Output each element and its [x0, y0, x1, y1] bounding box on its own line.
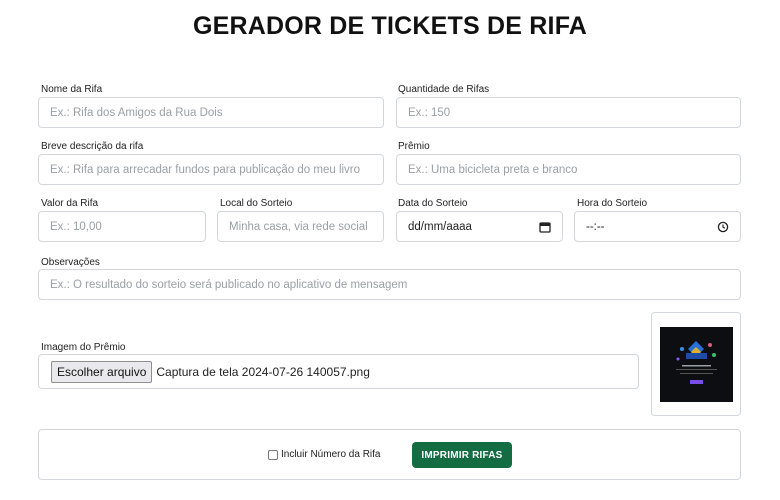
hora-label: Hora do Sorteio — [577, 198, 648, 209]
print-raffles-button[interactable]: IMPRIMIR RIFAS — [412, 442, 512, 468]
observacoes-input[interactable]: Ex.: O resultado do sorteio será publica… — [38, 269, 741, 300]
nome-input[interactable]: Ex.: Rifa dos Amigos da Rua Dois — [38, 97, 384, 128]
include-number-checkbox[interactable] — [268, 449, 278, 460]
local-label: Local do Sorteio — [220, 198, 293, 209]
descricao-input[interactable]: Ex.: Rifa para arrecadar fundos para pub… — [38, 154, 384, 185]
data-input[interactable]: dd/mm/aaaa — [396, 211, 563, 242]
valor-label: Valor da Rifa — [41, 198, 99, 209]
include-number-option[interactable]: Incluir Número da Rifa — [268, 449, 380, 460]
local-input[interactable]: Minha casa, via rede social — [217, 211, 384, 242]
file-name: Captura de tela 2024-07-26 140057.png — [156, 364, 370, 379]
imagem-file-input[interactable]: Escolher arquivo Captura de tela 2024-07… — [38, 354, 639, 389]
calendar-icon[interactable] — [539, 221, 551, 233]
prize-image-thumbnail — [660, 327, 733, 402]
imagem-label: Imagem do Prêmio — [41, 342, 126, 353]
valor-input[interactable]: Ex.: 10,00 — [38, 211, 206, 242]
include-number-label[interactable]: Incluir Número da Rifa — [281, 449, 380, 460]
clock-icon[interactable] — [717, 221, 729, 233]
actions-panel: Incluir Número da Rifa IMPRIMIR RIFAS — [38, 429, 741, 480]
data-label: Data do Sorteio — [398, 198, 468, 209]
nome-label: Nome da Rifa — [41, 84, 103, 95]
descricao-label: Breve descrição da rifa — [41, 141, 144, 152]
quantidade-input[interactable]: Ex.: 150 — [396, 97, 741, 128]
quantidade-label: Quantidade de Rifas — [398, 84, 490, 95]
page-title: GERADOR DE TICKETS DE RIFA — [192, 12, 588, 40]
premio-input[interactable]: Ex.: Uma bicicleta preta e branco — [396, 154, 741, 185]
choose-file-button[interactable]: Escolher arquivo — [51, 360, 153, 383]
hora-value: --:-- — [586, 220, 605, 233]
image-preview — [651, 312, 741, 416]
observacoes-label: Observações — [41, 257, 100, 268]
hora-input[interactable]: --:-- — [574, 211, 741, 242]
data-value: dd/mm/aaaa — [408, 220, 472, 233]
premio-label: Prêmio — [398, 141, 430, 152]
